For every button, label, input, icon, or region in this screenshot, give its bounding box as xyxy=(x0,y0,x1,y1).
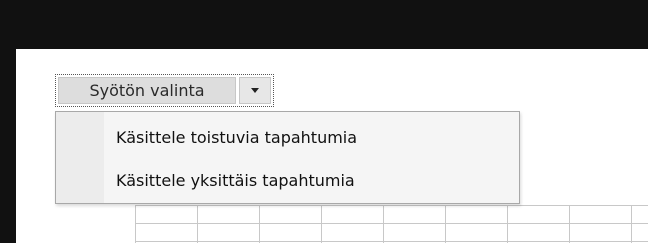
grid-line xyxy=(507,205,508,243)
chevron-down-icon xyxy=(251,88,259,93)
grid-line xyxy=(135,205,136,243)
grid-line xyxy=(197,205,198,243)
menu-item-label: Käsittele toistuvia tapahtumia xyxy=(116,127,358,147)
window-title-bar xyxy=(0,0,648,49)
grid-line xyxy=(445,205,446,243)
input-selection-dropdown-button[interactable] xyxy=(239,77,271,104)
menu-item-process-recurring[interactable]: Käsittele toistuvia tapahtumia xyxy=(104,119,518,155)
grid-line xyxy=(569,205,570,243)
grid-line xyxy=(383,205,384,243)
menu-icon-gutter xyxy=(56,112,104,203)
input-selection-menu: Käsittele toistuvia tapahtumia Käsittele… xyxy=(55,111,520,204)
grid-line xyxy=(259,205,260,243)
grid-line xyxy=(135,241,648,242)
menu-item-process-single[interactable]: Käsittele yksittäis tapahtumia xyxy=(104,162,518,198)
grid-line xyxy=(135,205,648,206)
grid-line xyxy=(631,205,632,243)
grid-line xyxy=(321,205,322,243)
menu-item-label: Käsittele yksittäis tapahtumia xyxy=(116,170,355,190)
calendar-grid xyxy=(135,205,648,243)
window-left-border xyxy=(0,49,16,243)
grid-line xyxy=(135,223,648,224)
input-selection-button[interactable]: Syötön valinta xyxy=(58,77,236,104)
window-left-margin xyxy=(16,49,32,243)
input-selection-split-button[interactable]: Syötön valinta xyxy=(55,74,274,107)
input-selection-label: Syötön valinta xyxy=(89,81,205,100)
